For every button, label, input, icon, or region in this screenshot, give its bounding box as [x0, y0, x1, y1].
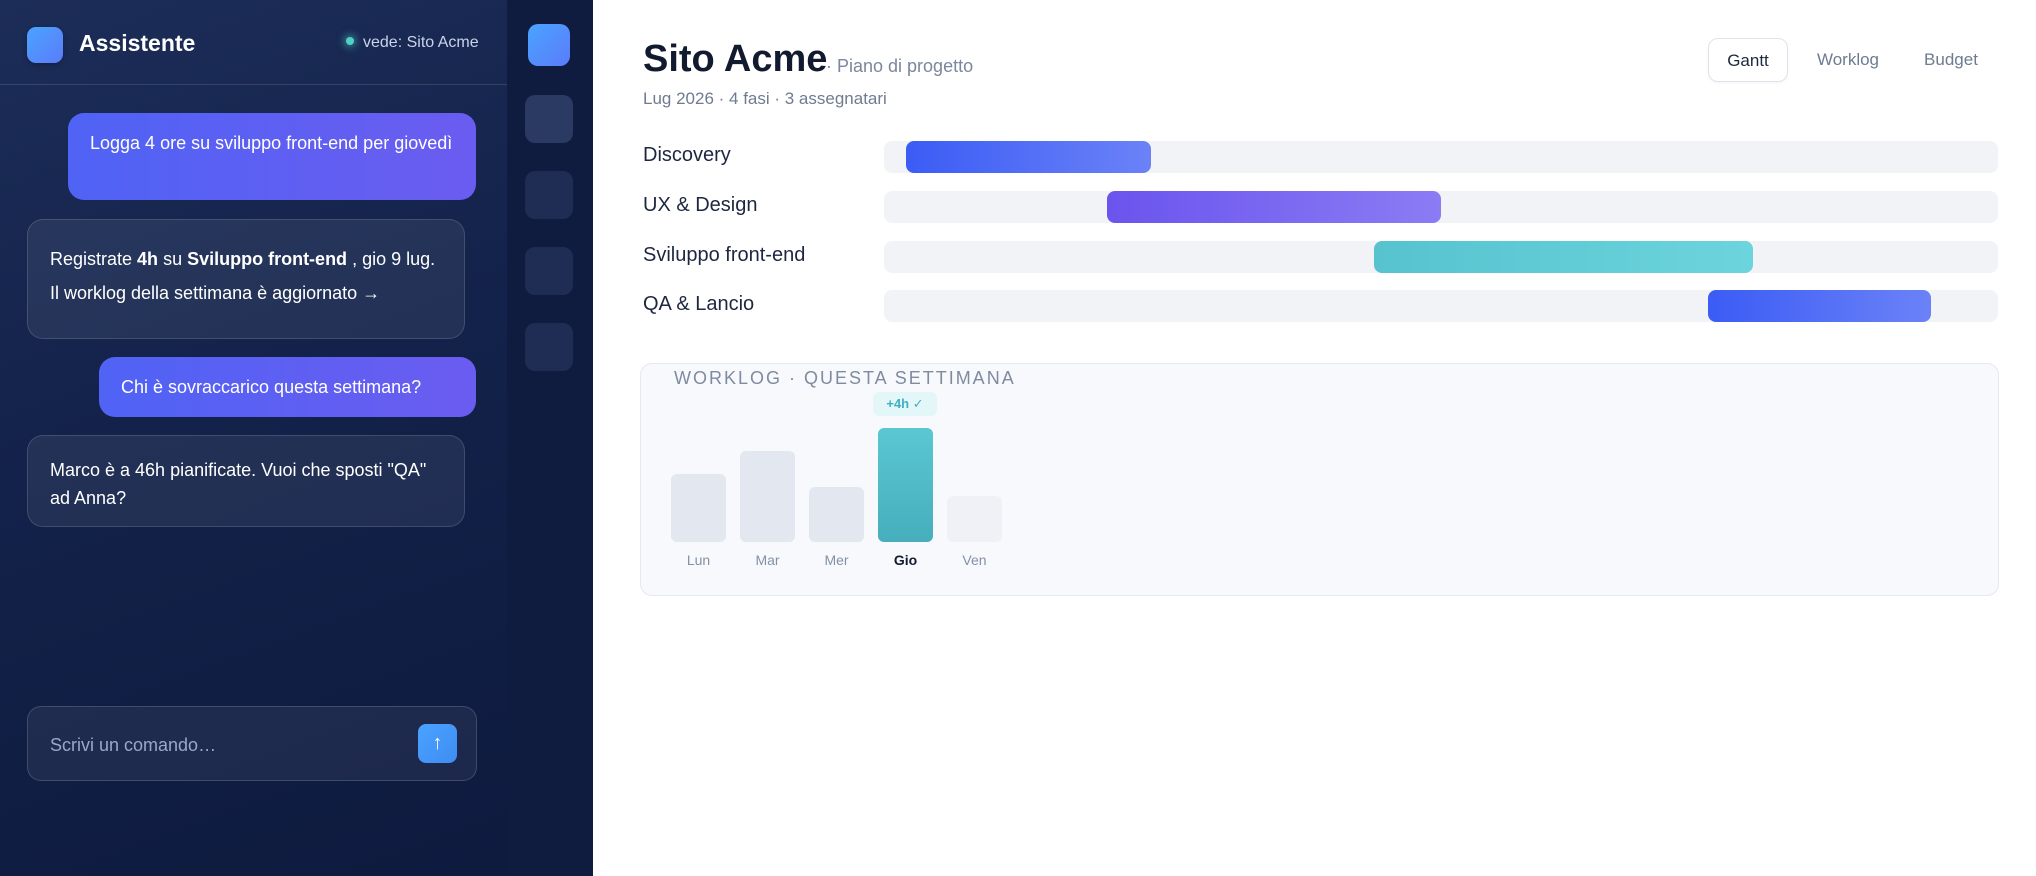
rail-item-3-icon[interactable]: [525, 247, 573, 295]
phase-track: [884, 191, 1998, 223]
gantt-row-discovery: Discovery: [643, 141, 1998, 173]
project-main: Sito Acme · Piano di progetto Lug 2026 ·…: [593, 0, 2036, 876]
phase-bar-qa-launch[interactable]: [1708, 290, 1931, 322]
chat-message-user: Chi è sovraccarico questa settimana?: [99, 357, 476, 417]
app-logo-icon[interactable]: [528, 24, 570, 66]
chat-message-assistant: Registrate 4h su Sviluppo front-end , gi…: [27, 219, 465, 339]
gantt-row-qa-launch: QA & Lancio: [643, 290, 1998, 322]
tab-worklog[interactable]: Worklog: [1803, 38, 1893, 82]
day-label: Mar: [755, 552, 780, 568]
phase-label: Sviluppo front-end: [643, 244, 806, 266]
chat-message-user: Logga 4 ore su sviluppo front-end per gi…: [68, 113, 476, 200]
page-subtitle: · Piano di progetto: [826, 56, 974, 76]
worklog-bar-lun[interactable]: [671, 474, 726, 542]
phase-track: [884, 141, 1998, 173]
rail-item-1-icon[interactable]: [525, 95, 573, 143]
context-status-icon: [346, 37, 354, 45]
worklog-title: WORKLOG · QUESTA SETTIMANA: [674, 368, 1016, 388]
message-phase: Sviluppo front-end: [187, 249, 348, 269]
gantt-row-frontend: Sviluppo front-end: [643, 241, 1998, 273]
day-label: Mer: [824, 552, 849, 568]
rail-item-4-icon[interactable]: [525, 323, 573, 371]
tab-budget[interactable]: Budget: [1913, 38, 1989, 82]
assistant-logo-icon: [27, 27, 63, 63]
phase-bar-frontend[interactable]: [1374, 241, 1753, 273]
arrow-up-icon: ↑: [432, 732, 443, 754]
worklog-bar-mer[interactable]: [809, 487, 864, 542]
assistant-header: Assistente vede: Sito Acme: [0, 0, 507, 85]
rail-item-2-icon[interactable]: [525, 171, 573, 219]
worklog-bar-gio[interactable]: [878, 428, 933, 542]
page-title: Sito Acme: [643, 38, 828, 80]
command-input[interactable]: [50, 731, 380, 759]
worklog-bar-ven[interactable]: [947, 496, 1002, 542]
phase-bar-ux-design[interactable]: [1107, 191, 1441, 223]
phase-track: [884, 290, 1998, 322]
phase-bar-discovery[interactable]: [906, 141, 1151, 173]
gantt-row-ux-design: UX & Design: [643, 191, 1998, 223]
tab-gantt[interactable]: Gantt: [1708, 38, 1788, 82]
command-composer: ↑: [27, 706, 477, 781]
chat-message-assistant: Marco è a 46h pianificate. Vuoi che spos…: [27, 435, 465, 527]
icon-rail: [507, 0, 593, 876]
project-meta: Lug 2026 · 4 fasi · 3 assegnatari: [643, 89, 887, 108]
worklog-card: WORKLOG · QUESTA SETTIMANA +4h ✓ Lun Mar…: [640, 363, 1999, 596]
day-label: Gio: [893, 552, 918, 568]
phase-label: Discovery: [643, 144, 731, 166]
added-hours-badge: +4h ✓: [873, 392, 937, 416]
day-label: Lun: [686, 552, 711, 568]
phase-track: [884, 241, 1998, 273]
phase-label: QA & Lancio: [643, 293, 755, 315]
message-text: Registrate: [50, 249, 138, 269]
phase-label: UX & Design: [643, 194, 758, 216]
day-label: Ven: [962, 552, 987, 568]
assistant-title: Assistente: [79, 30, 196, 56]
send-button[interactable]: ↑: [418, 724, 457, 763]
assistant-panel: Assistente vede: Sito Acme Logga 4 ore s…: [0, 0, 507, 876]
context-label: vede: Sito Acme: [363, 34, 479, 51]
message-hours: 4h: [137, 249, 159, 269]
worklog-bar-mar[interactable]: [740, 451, 795, 542]
message-text: su: [158, 249, 188, 269]
